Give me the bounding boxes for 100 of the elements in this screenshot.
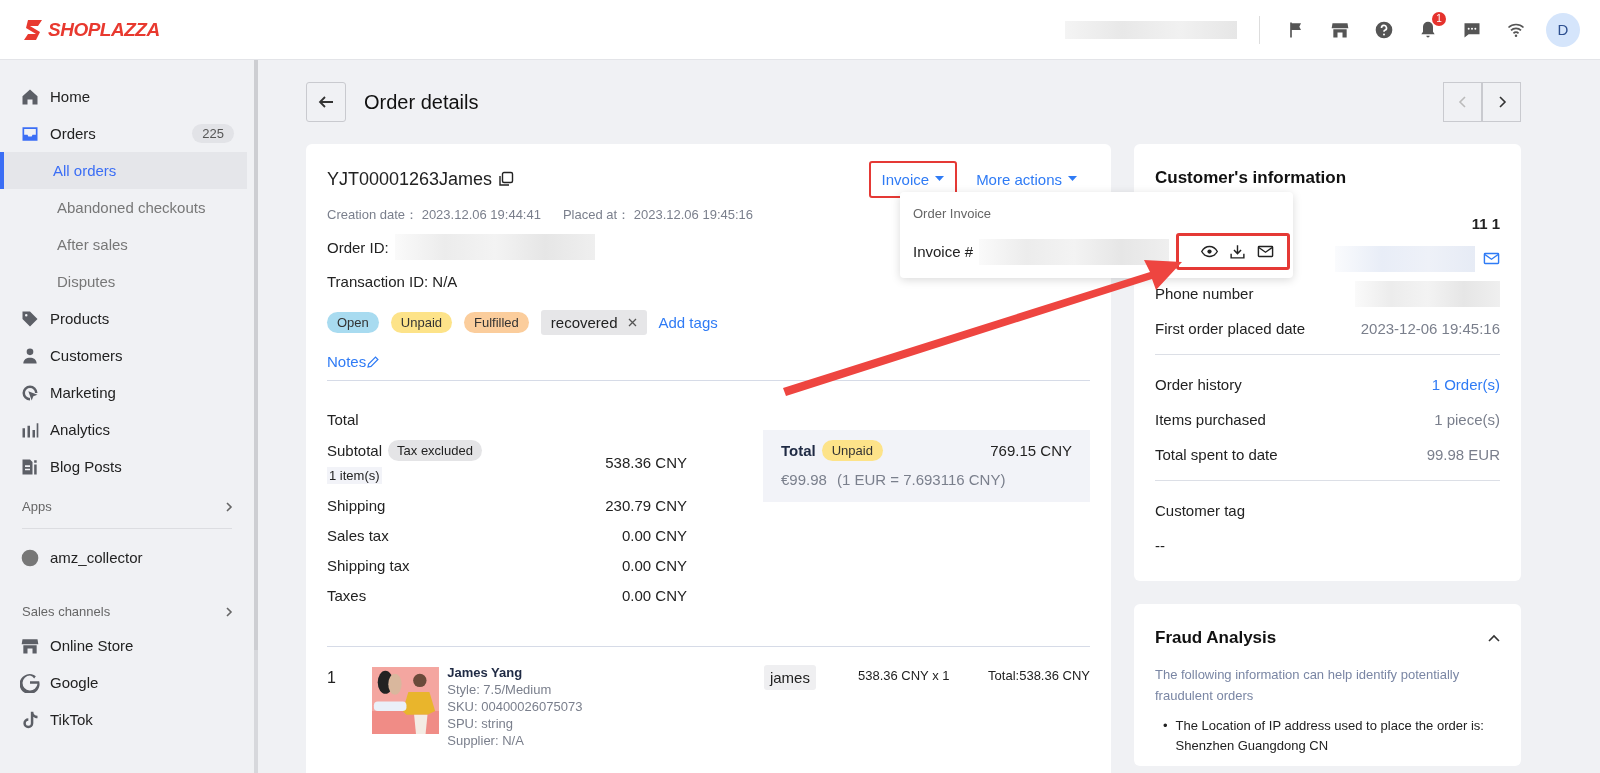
- nav-subitem[interactable]: Abandoned checkouts: [0, 189, 247, 226]
- transaction-id: Transaction ID: N/A: [327, 272, 458, 290]
- copy-icon[interactable]: [498, 171, 515, 187]
- fraud-finding: The Location of IP address used to place the order is: Shenzhen Guangdong CN: [1175, 717, 1485, 755]
- totals-heading: Total: [327, 411, 360, 428]
- total-value: 0.00 CNY: [621, 526, 687, 544]
- field-value: 2023-12-06 19:45:16: [1360, 320, 1500, 337]
- vendor-tag: james: [763, 665, 816, 690]
- notes-link[interactable]: Notes: [327, 353, 367, 370]
- stat-label: Items purchased: [1155, 411, 1266, 428]
- bullet-marker: •: [1163, 717, 1168, 735]
- field-label: Customer tag: [1155, 502, 1246, 519]
- customer-name: 11 1: [1471, 215, 1500, 232]
- redacted-search-field[interactable]: [1065, 20, 1237, 39]
- section-heading: Apps: [22, 499, 52, 514]
- stat-value: 99.98 EUR: [1426, 446, 1500, 463]
- nav-item[interactable]: Home: [0, 78, 254, 115]
- app-avatar-icon: [20, 547, 40, 568]
- tax-badge: Tax excluded: [388, 440, 482, 461]
- action-dropdown[interactable]: More actions: [963, 160, 1090, 198]
- item-count: 1 item(s): [327, 467, 382, 484]
- total-label: Sales tax: [327, 526, 389, 544]
- payment-badge: Unpaid: [821, 440, 883, 461]
- exchange-rate: (1 EUR = 7.693116 CNY): [836, 471, 1006, 488]
- nav-item[interactable]: Blog Posts: [0, 448, 254, 485]
- status-badge: Open: [327, 312, 379, 333]
- dropdown-heading: Order Invoice: [913, 206, 993, 221]
- field-label: First order placed date: [1155, 320, 1306, 337]
- summary-label: Total: [781, 442, 816, 459]
- pencil-icon[interactable]: [366, 354, 381, 369]
- google-icon: [20, 672, 40, 693]
- notification-badge: 1: [1432, 11, 1446, 26]
- nav-item[interactable]: TikTok: [0, 701, 254, 738]
- card-title: Customer's information: [1155, 168, 1348, 188]
- stat-value: 1 piece(s): [1434, 411, 1500, 428]
- brand-logo: SHOPLAZZA: [48, 18, 160, 41]
- nav-item[interactable]: amz_collector: [0, 539, 254, 576]
- scrollbar-thumb[interactable]: [254, 60, 258, 650]
- placed-date: Placed at： 2023.12.06 19:45:16: [562, 206, 754, 224]
- count-badge: 225: [192, 124, 234, 143]
- nav-item[interactable]: Google: [0, 664, 254, 701]
- view-eye-icon[interactable]: [1201, 243, 1218, 260]
- download-icon[interactable]: [1229, 243, 1246, 260]
- product-detail: SPU: string: [447, 716, 514, 731]
- caret-icon: [935, 176, 945, 182]
- help-icon[interactable]: [1374, 19, 1394, 40]
- unit-price: 538.36 CNY x 1: [857, 667, 951, 683]
- total-label: Taxes: [327, 586, 367, 604]
- total-value: 0.00 CNY: [621, 586, 687, 604]
- order-history-link[interactable]: 1 Order(s): [1431, 376, 1500, 393]
- page-title: Order details: [364, 90, 480, 114]
- line-total: Total:538.36 CNY: [988, 667, 1090, 683]
- product-detail: SKU: 00400026075073: [447, 699, 584, 714]
- product-detail: Style: 7.5/Medium: [447, 682, 553, 697]
- status-badge: Fulfilled: [464, 312, 529, 333]
- nav-item[interactable]: Products: [0, 300, 254, 337]
- add-tags-link[interactable]: Add tags: [658, 314, 718, 331]
- music-note-icon: [20, 709, 40, 730]
- nav-subitem[interactable]: After sales: [0, 226, 247, 263]
- nav-item[interactable]: Customers: [0, 337, 254, 374]
- chevron-up-icon[interactable]: [1488, 634, 1500, 642]
- tag-label: recovered: [550, 314, 618, 331]
- creation-date: Creation date： 2023.12.06 19:44:41: [327, 206, 541, 224]
- total-value: 538.36 CNY: [605, 453, 687, 471]
- nav-subitem[interactable]: Disputes: [0, 263, 247, 300]
- nav-item[interactable]: Marketing: [0, 374, 254, 411]
- nav-subitem[interactable]: All orders: [0, 152, 247, 189]
- mail-icon[interactable]: [1257, 243, 1274, 260]
- nav-item[interactable]: Online Store: [0, 627, 254, 664]
- card-title: Fraud Analysis: [1155, 628, 1277, 648]
- nav-item[interactable]: Orders 225: [0, 115, 254, 152]
- line-number: 1: [327, 668, 337, 687]
- field-label: Phone number: [1155, 285, 1254, 302]
- chevron-right-icon[interactable]: [224, 605, 234, 618]
- product-name: James Yang: [447, 665, 524, 680]
- summary-amount: 769.15 CNY: [990, 442, 1072, 459]
- back-button[interactable]: [306, 82, 346, 122]
- fraud-description: The following information can help identify potentially fraudulent orders: [1155, 666, 1461, 705]
- total-label: Shipping: [327, 496, 386, 514]
- total-label: Shipping tax: [327, 556, 410, 574]
- invoice-label: Invoice #: [913, 243, 974, 260]
- field-value: --: [1155, 537, 1165, 554]
- stat-label: Order history: [1155, 376, 1242, 393]
- total-value: 0.00 CNY: [621, 556, 687, 574]
- nav-item[interactable]: Analytics: [0, 411, 254, 448]
- total-label: Subtotal: [327, 442, 383, 459]
- user-avatar[interactable]: D: [1546, 12, 1580, 47]
- order-number: YJT00001263James: [327, 168, 493, 190]
- total-value: 230.79 CNY: [605, 496, 687, 514]
- product-detail: Supplier: N/A: [447, 733, 525, 748]
- remove-icon[interactable]: [627, 318, 637, 327]
- order-id-label: Order ID:: [327, 238, 389, 256]
- converted-amount: €99.98: [781, 471, 827, 488]
- stat-label: Total spent to date: [1155, 446, 1278, 463]
- caret-icon: [1068, 176, 1077, 182]
- chevron-right-icon: [1496, 95, 1507, 109]
- chevron-left-icon: [1457, 95, 1468, 109]
- status-badge: Unpaid: [390, 312, 452, 333]
- chevron-right-icon[interactable]: [224, 500, 234, 513]
- section-heading: Sales channels: [22, 604, 111, 619]
